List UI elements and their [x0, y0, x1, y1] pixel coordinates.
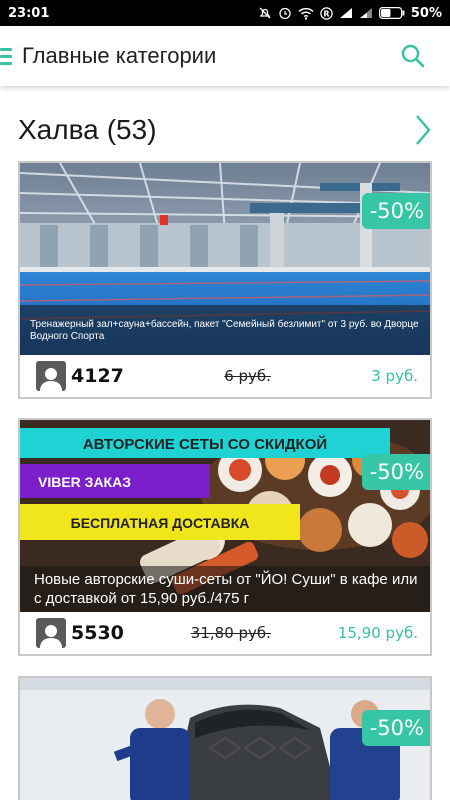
discount-badge: -50% — [361, 454, 430, 490]
category-count: (53) — [106, 114, 157, 145]
search-icon — [401, 44, 425, 68]
discount-badge: -50% — [361, 710, 430, 746]
deal-card[interactable]: -50% — [18, 676, 432, 800]
user-icon — [36, 618, 66, 648]
battery-icon — [378, 7, 405, 19]
category-title: Халва — [18, 114, 99, 145]
deal-caption: Новые авторские суши-сеты от "ЙО! Суши" … — [20, 566, 430, 612]
wifi-icon — [298, 7, 314, 20]
banner-line-2: VIBER ЗАКАЗ — [38, 474, 131, 490]
deal-caption: Тренажерный зал+сауна+бассейн, пакет "Се… — [20, 305, 430, 355]
deal-footer: 4127 6 руб. 3 руб. — [20, 355, 430, 397]
deal-image: -50% Тренажерный зал+сауна+бассейн, паке… — [20, 163, 430, 355]
mute-icon — [259, 7, 271, 19]
app-bar-title: Главные категории — [22, 43, 217, 68]
deal-card[interactable]: -50% Тренажерный зал+сауна+бассейн, паке… — [18, 161, 432, 399]
app-bar: Главные категории — [0, 26, 450, 86]
deal-card[interactable]: АВТОРСКИЕ СЕТЫ СО СКИДКОЙ VIBER ЗАКАЗ БЕ… — [18, 418, 432, 656]
menu-icon[interactable] — [0, 44, 16, 68]
discount-badge: -50% — [361, 193, 430, 229]
banner-line-3: БЕСПЛАТНАЯ ДОСТАВКА — [71, 515, 250, 531]
search-button[interactable] — [398, 41, 428, 71]
banner-line-1: АВТОРСКИЕ СЕТЫ СО СКИДКОЙ — [83, 435, 327, 453]
purchase-count: 4127 — [71, 365, 124, 387]
new-price: 15,90 руб. — [337, 624, 418, 642]
svg-text:R: R — [323, 9, 329, 18]
chevron-right-icon[interactable] — [414, 113, 432, 147]
deal-footer: 5530 31,80 руб. 15,90 руб. — [20, 612, 430, 654]
deal-image: -50% — [20, 678, 430, 800]
registered-icon: R — [320, 6, 333, 20]
battery-percent: 50% — [410, 5, 442, 21]
old-price: 31,80 руб. — [190, 624, 271, 642]
old-price: 6 руб. — [224, 367, 271, 385]
status-time: 23:01 — [8, 5, 50, 21]
new-price: 3 руб. — [371, 367, 418, 385]
signal-icon — [359, 8, 372, 18]
deal-image: АВТОРСКИЕ СЕТЫ СО СКИДКОЙ VIBER ЗАКАЗ БЕ… — [20, 420, 430, 612]
user-icon — [36, 361, 66, 391]
status-icons: R 50% — [258, 6, 442, 21]
purchase-count: 5530 — [71, 622, 124, 644]
status-bar: 23:01 R 50% — [0, 0, 450, 26]
alarm-icon — [279, 7, 291, 20]
category-header[interactable]: Халва (53) — [18, 108, 432, 152]
signal-icon — [339, 8, 352, 18]
